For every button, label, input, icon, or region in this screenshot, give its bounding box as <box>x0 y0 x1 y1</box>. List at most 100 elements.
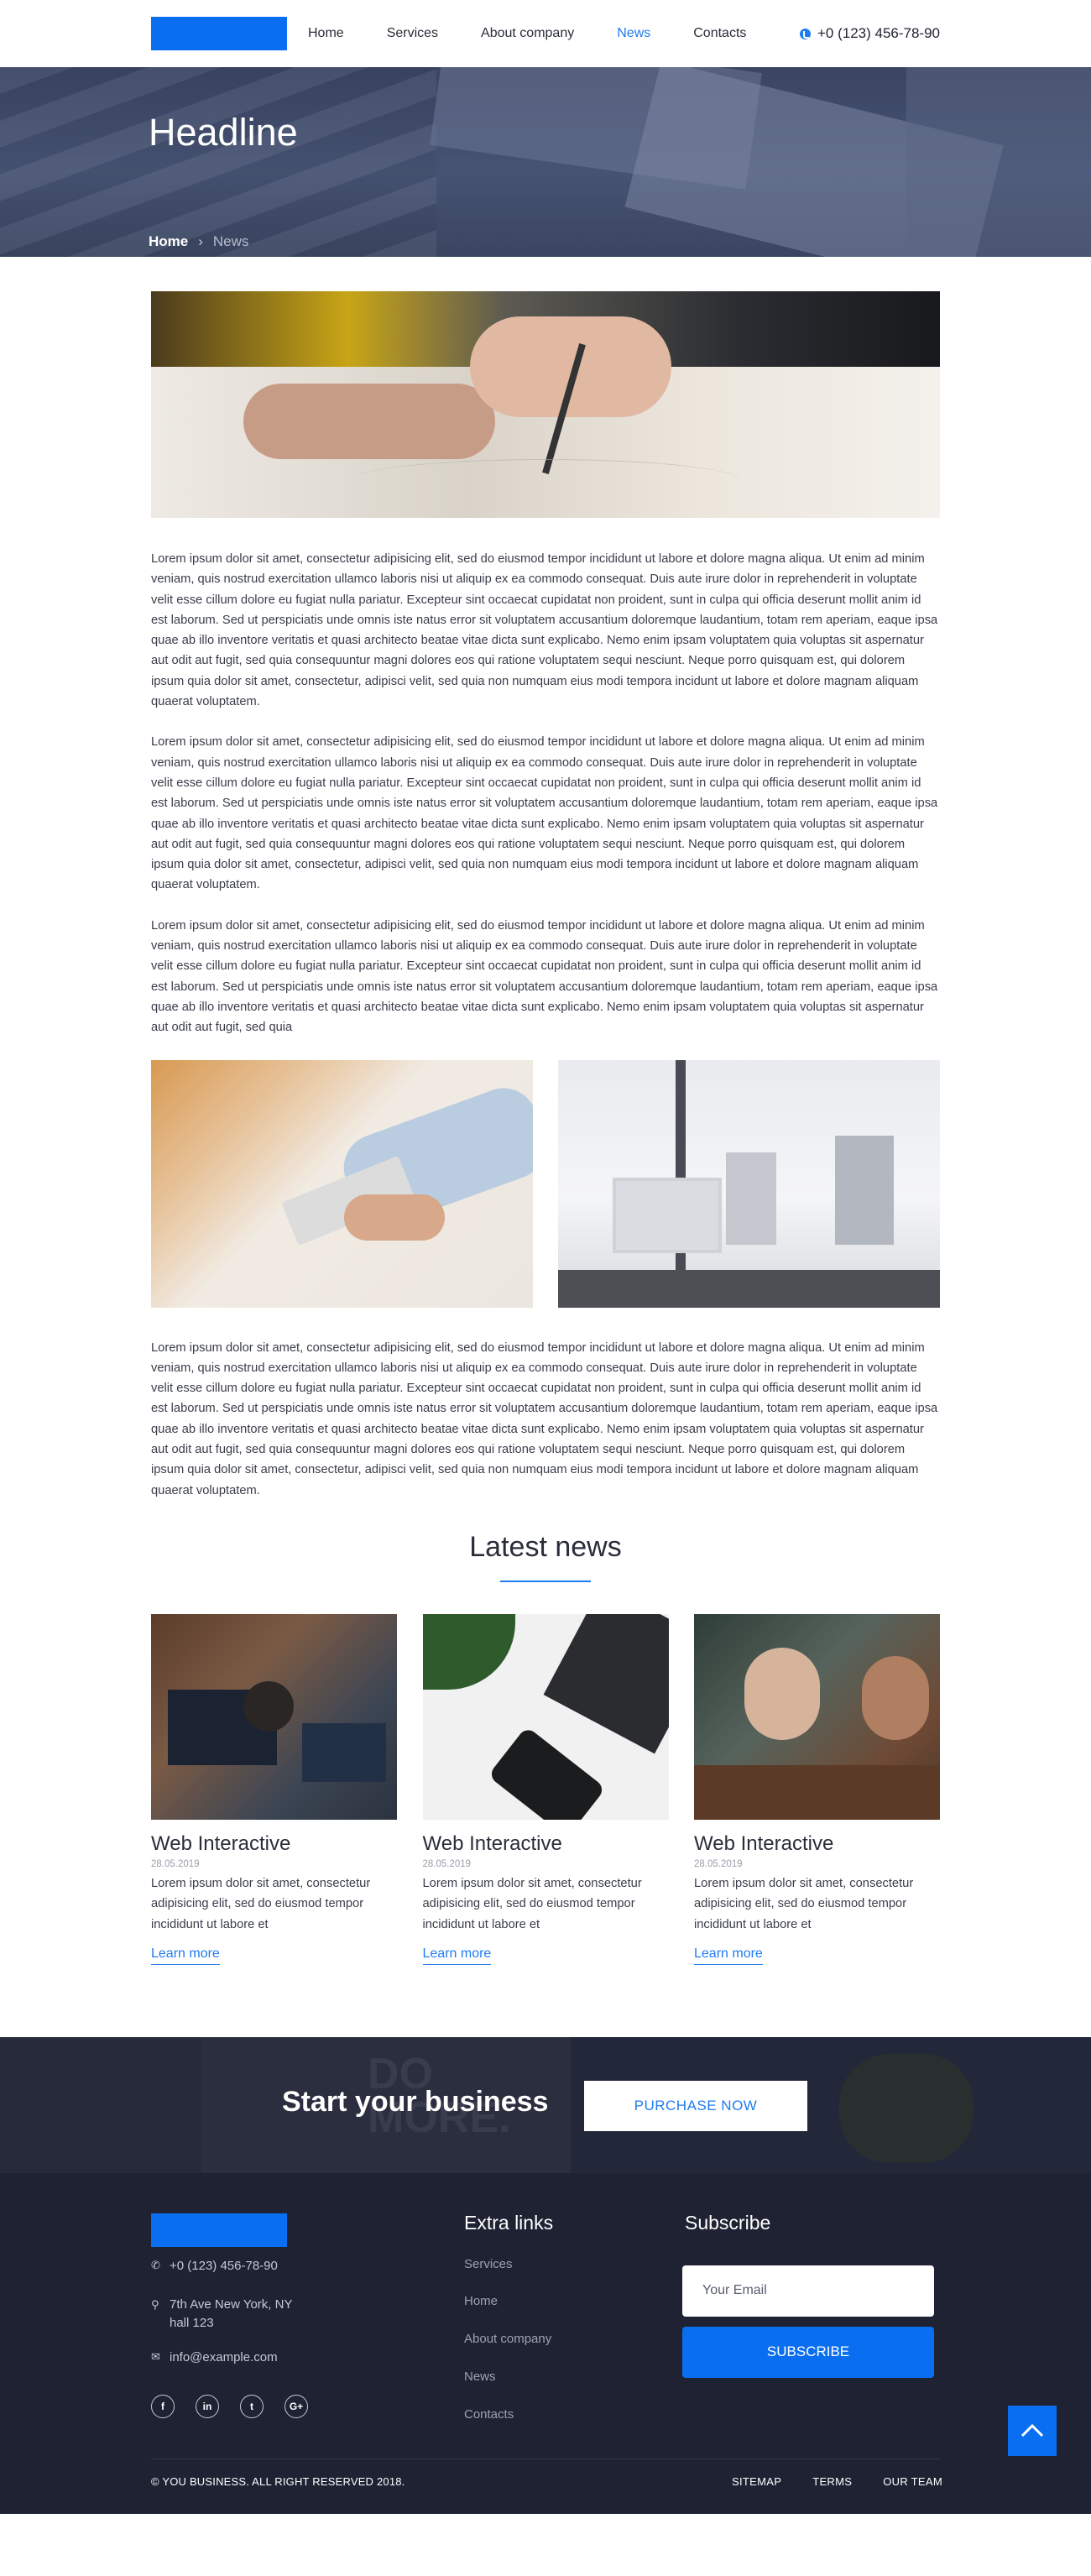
nav-item-contacts[interactable]: Contacts <box>693 26 746 41</box>
copyright: © YOU BUSINESS. ALL RIGHT RESERVED 2018. <box>151 2474 405 2488</box>
image-desk <box>558 1269 940 1308</box>
scroll-to-top-button[interactable] <box>1008 2405 1057 2456</box>
linkedin-icon[interactable]: in <box>196 2394 219 2418</box>
twitter-icon[interactable]: t <box>240 2394 264 2418</box>
legal-links: SITEMAP TERMS OUR TEAM <box>701 2475 942 2488</box>
article-paragraph: Lorem ipsum dolor sit amet, consectetur … <box>151 1340 938 1497</box>
google-plus-icon[interactable]: G+ <box>284 2394 308 2418</box>
learn-more-link[interactable]: Learn more <box>151 1946 220 1965</box>
facebook-icon[interactable]: f <box>151 2394 175 2418</box>
breadcrumb: Home › News <box>149 233 248 250</box>
image-building <box>726 1152 776 1245</box>
hero-newspaper-image-3 <box>906 67 1091 257</box>
subscribe-email-input[interactable] <box>682 2265 934 2317</box>
footer-link-contacts[interactable]: Contacts <box>464 2407 551 2445</box>
news-card-date: 28.05.2019 <box>422 1858 472 1869</box>
hero-background-pattern <box>0 67 436 257</box>
phone-icon <box>799 28 811 39</box>
footer-phone[interactable]: ✆ +0 (123) 456-78-90 <box>151 2259 278 2273</box>
news-card-image[interactable] <box>151 1613 397 1820</box>
footer-email[interactable]: ✉ info@example.com <box>151 2350 278 2364</box>
social-links: f in t G+ <box>151 2394 329 2418</box>
article-main-image <box>151 291 940 518</box>
learn-more-link[interactable]: Learn more <box>694 1946 763 1965</box>
news-card-date: 28.05.2019 <box>151 1858 200 1869</box>
header-phone[interactable]: +0 (123) 456-78-90 <box>799 0 940 67</box>
news-card-excerpt: Lorem ipsum dolor sit amet, consectetur … <box>422 1876 642 1931</box>
image-hand <box>344 1194 445 1241</box>
image-person <box>862 1655 929 1740</box>
footer-divider <box>151 2458 940 2459</box>
page-title: Headline <box>149 111 298 154</box>
breadcrumb-home[interactable]: Home <box>149 233 188 249</box>
news-card-excerpt: Lorem ipsum dolor sit amet, consectetur … <box>151 1876 371 1931</box>
article: Lorem ipsum dolor sit amet, consectetur … <box>151 291 940 1965</box>
phone-icon: ✆ <box>151 2258 160 2271</box>
map-pin-icon: ⚲ <box>151 2297 159 2311</box>
image-sketch <box>352 459 739 501</box>
footer-address: ⚲ 7th Ave New York, NY hall 123 <box>151 2296 312 2333</box>
site-footer: ✆ +0 (123) 456-78-90 ⚲ 7th Ave New York,… <box>0 2172 1091 2514</box>
article-image-office <box>558 1059 940 1308</box>
image-phone <box>487 1726 606 1820</box>
logo[interactable] <box>151 17 287 50</box>
cta-bg-left <box>0 2036 201 2173</box>
footer-link-about-company[interactable]: About company <box>464 2332 551 2370</box>
legal-link-our-team[interactable]: OUR TEAM <box>883 2475 942 2488</box>
footer-link-home[interactable]: Home <box>464 2294 551 2332</box>
legal-link-sitemap[interactable]: SITEMAP <box>732 2475 781 2488</box>
news-card-title[interactable]: Web Interactive <box>694 1832 940 1856</box>
image-monitor <box>613 1177 722 1253</box>
latest-news-list: Web Interactive 28.05.2019 Lorem ipsum d… <box>151 1613 940 1965</box>
footer-link-news[interactable]: News <box>464 2370 551 2407</box>
news-card-image[interactable] <box>422 1613 669 1820</box>
latest-news-title: Latest news <box>469 1530 622 1563</box>
news-card-title[interactable]: Web Interactive <box>151 1832 397 1856</box>
footer-logo[interactable] <box>151 2213 287 2247</box>
cta-bg-plant <box>839 2053 974 2163</box>
article-image-keyboard <box>151 1059 533 1308</box>
news-card-excerpt: Lorem ipsum dolor sit amet, consectetur … <box>694 1876 914 1931</box>
image-plant <box>422 1613 515 1690</box>
news-card-title[interactable]: Web Interactive <box>423 1832 669 1856</box>
footer-email-text: info@example.com <box>170 2349 278 2364</box>
extra-links-title: Extra links <box>464 2211 554 2234</box>
image-laptop <box>543 1613 669 1754</box>
nav-item-news[interactable]: News <box>617 26 650 41</box>
footer-phone-text: +0 (123) 456-78-90 <box>170 2258 278 2273</box>
news-card: Web Interactive 28.05.2019 Lorem ipsum d… <box>151 1613 397 1965</box>
envelope-icon: ✉ <box>151 2349 160 2363</box>
main-nav: Home Services About company News Contact… <box>308 0 789 67</box>
page-hero: Headline Home › News <box>0 67 1091 257</box>
chevron-right-icon: › <box>198 233 203 249</box>
nav-item-services[interactable]: Services <box>387 26 438 41</box>
nav-item-home[interactable]: Home <box>308 26 344 41</box>
image-hand-left <box>243 384 495 459</box>
subscribe-button[interactable]: SUBSCRIBE <box>682 2326 934 2378</box>
image-laptop <box>302 1722 386 1782</box>
news-card: Web Interactive 28.05.2019 Lorem ipsum d… <box>694 1613 940 1965</box>
cta-banner: DO MORE. Start your business PURCHASE NOW <box>0 2036 1091 2173</box>
image-hand-right <box>470 316 671 417</box>
purchase-now-button[interactable]: PURCHASE NOW <box>584 2080 807 2131</box>
title-underline <box>500 1580 591 1582</box>
nav-item-about-company[interactable]: About company <box>481 26 574 41</box>
news-card-image[interactable] <box>694 1613 940 1820</box>
subscribe-title: Subscribe <box>685 2211 771 2234</box>
image-table <box>694 1764 940 1820</box>
footer-link-services[interactable]: Services <box>464 2257 551 2295</box>
article-image-pair <box>151 1059 940 1308</box>
breadcrumb-current: News <box>212 233 249 249</box>
image-person <box>243 1680 294 1732</box>
header-phone-number: +0 (123) 456-78-90 <box>817 25 940 41</box>
legal-link-terms[interactable]: TERMS <box>812 2475 852 2488</box>
cta-title: Start your business <box>282 2085 549 2118</box>
article-paragraph: Lorem ipsum dolor sit amet, consectetur … <box>151 552 938 709</box>
news-card-date: 28.05.2019 <box>694 1858 743 1869</box>
chevron-up-icon <box>1021 2423 1044 2437</box>
news-card: Web Interactive 28.05.2019 Lorem ipsum d… <box>422 1613 669 1965</box>
extra-links: Services Home About company News Contact… <box>464 2257 551 2444</box>
image-building <box>835 1135 894 1245</box>
learn-more-link[interactable]: Learn more <box>422 1946 492 1965</box>
article-paragraph: Lorem ipsum dolor sit amet, consectetur … <box>151 735 938 892</box>
